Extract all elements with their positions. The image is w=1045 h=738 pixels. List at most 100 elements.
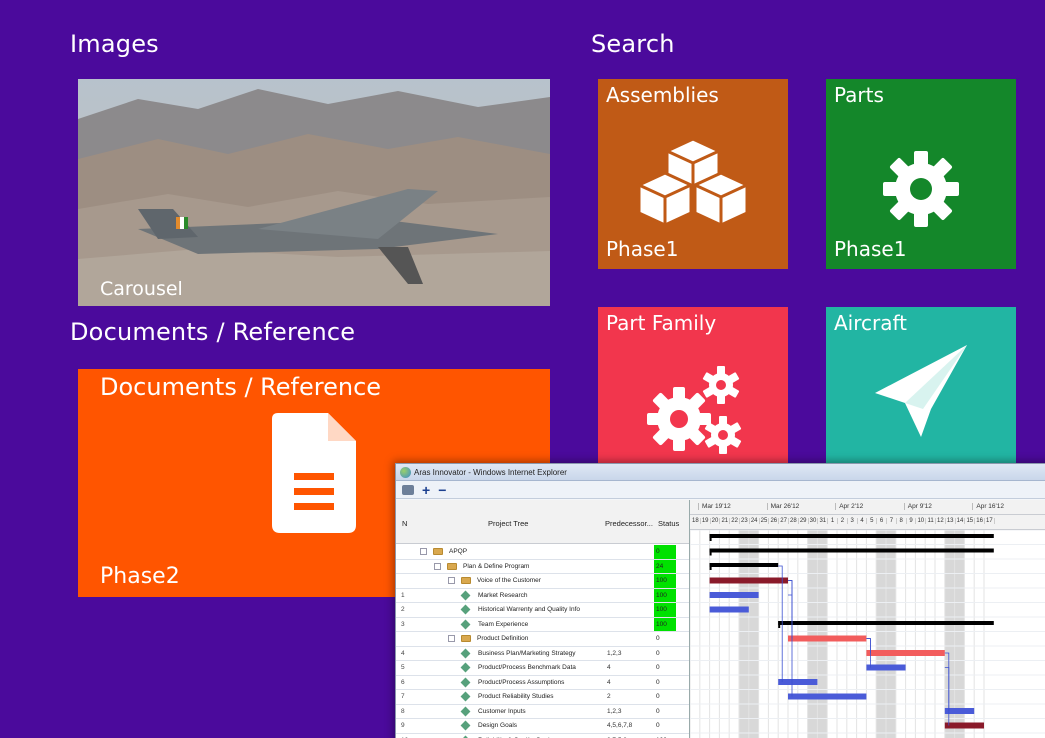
row-number: 2 xyxy=(401,606,405,614)
row-task-name: Market Research xyxy=(478,591,528,599)
row-number: 7 xyxy=(401,693,405,701)
carousel-tile[interactable]: Carousel xyxy=(78,79,550,306)
row-number: 3 xyxy=(401,620,405,628)
assemblies-tile[interactable]: Assemblies Phase1 xyxy=(598,79,788,269)
row-task-name: Customer Inputs xyxy=(478,707,526,715)
gantt-day-label: 22 xyxy=(730,518,740,524)
table-row[interactable]: 2 Historical Warrenty and Quality Info 100 xyxy=(396,603,689,618)
row-status: 0 xyxy=(656,664,660,672)
task-bar-complete xyxy=(944,722,984,729)
row-task-name: Product Reliability Studies xyxy=(478,693,554,701)
gantt-day-header: 18 19 20 21 22 23 24 25 26 27 28 29 30 31 1 2 3 4 5 6 7 8 9 10 1… xyxy=(690,515,1045,530)
parts-title: Parts xyxy=(834,83,884,107)
remove-button[interactable]: − xyxy=(438,482,446,498)
gantt-day-label: 10 xyxy=(916,518,927,524)
printer-icon[interactable] xyxy=(402,484,414,495)
summary-bar-cap xyxy=(778,621,781,628)
task-diamond-icon xyxy=(460,604,471,615)
gantt-day-label: 11 xyxy=(926,518,936,524)
folder-icon xyxy=(461,577,471,585)
add-button[interactable]: + xyxy=(422,482,430,498)
table-row[interactable]: APQP 0 xyxy=(396,545,689,560)
table-row[interactable]: 4 Business Plan/Marketing Strategy 1,2,3 0 xyxy=(396,647,689,661)
table-row[interactable]: 1 Market Research 100 xyxy=(396,588,689,603)
ie-title-bar[interactable]: Aras Innovator - Windows Internet Explor… xyxy=(396,464,1045,481)
task-diamond-icon xyxy=(460,677,471,688)
row-task-name: Product/Process Assumptions xyxy=(478,678,565,686)
collapse-icon[interactable] xyxy=(448,635,455,643)
table-row[interactable]: 9 Design Goals 4,5,6,7,8 0 xyxy=(396,719,689,734)
weekend-shade xyxy=(807,530,818,738)
table-row[interactable]: Plan & Define Program 24 xyxy=(396,559,689,574)
gantt-week-label: Mar 26'12 xyxy=(766,503,799,510)
table-row[interactable]: 6 Product/Process Assumptions 4 0 xyxy=(396,676,689,690)
collapse-icon[interactable] xyxy=(420,548,427,556)
row-predecessors: 1,2,3 xyxy=(607,649,622,657)
row-number: 4 xyxy=(401,649,405,657)
col-n-header[interactable]: N xyxy=(402,519,407,528)
gantt-day-label: 31 xyxy=(818,518,829,524)
table-row[interactable]: 7 Product Reliability Studies 2 0 xyxy=(396,690,689,705)
row-task-name: Product/Process Benchmark Data xyxy=(478,664,576,672)
gantt-day-label: 25 xyxy=(760,518,770,524)
row-status: 24 xyxy=(654,559,676,573)
gantt-chart[interactable]: Mar 19'12 Mar 26'12 Apr 2'12 Apr 9'12 Apr 16… xyxy=(689,500,1045,738)
weekend-shade xyxy=(817,530,828,738)
gantt-week-label: Mar 19'12 xyxy=(698,503,731,510)
row-tree-cell: Market Research xyxy=(412,589,604,603)
gantt-day-label: 9 xyxy=(907,518,917,524)
row-tree-cell: Plan & Define Program xyxy=(412,560,604,574)
table-row[interactable]: Product Definition 0 xyxy=(396,632,689,647)
gantt-day-label: 8 xyxy=(897,518,907,524)
aircraft-tile[interactable]: Aircraft xyxy=(826,307,1016,467)
row-predecessors: 4 xyxy=(607,664,611,672)
gantt-day-label: 24 xyxy=(750,518,760,524)
gantt-day-label: 18 xyxy=(691,518,701,524)
gantt-day-label: 14 xyxy=(956,518,966,524)
row-task-name: Design Goals xyxy=(478,722,518,730)
task-bar-critical xyxy=(866,650,945,656)
gantt-day-label: 13 xyxy=(946,518,956,524)
col-status-header[interactable]: Status xyxy=(658,519,679,528)
gantt-day-label: 23 xyxy=(740,518,750,524)
collapse-icon[interactable] xyxy=(448,577,455,585)
task-bar xyxy=(709,606,749,613)
gantt-day-label: 30 xyxy=(809,518,819,524)
parts-tile[interactable]: Parts Phase1 xyxy=(826,79,1016,269)
row-status: 0 xyxy=(656,649,660,657)
project-tree-grid[interactable]: N Project Tree Predecessor... Status APQ… xyxy=(396,500,689,738)
assemblies-phase: Phase1 xyxy=(606,237,679,261)
row-status: 0 xyxy=(656,678,660,686)
carousel-label: Carousel xyxy=(100,278,183,300)
table-row[interactable]: 5 Product/Process Benchmark Data 4 0 xyxy=(396,661,689,676)
row-tree-cell: Design Goals xyxy=(412,719,604,733)
col-pred-header[interactable]: Predecessor... xyxy=(605,519,653,528)
row-tree-cell: Voice of the Customer xyxy=(412,574,604,588)
gantt-day-label: 12 xyxy=(936,518,946,524)
task-diamond-icon xyxy=(460,662,471,673)
ie-globe-icon xyxy=(400,467,411,478)
col-tree-header[interactable]: Project Tree xyxy=(488,519,528,528)
summary-bar xyxy=(778,621,994,625)
collapse-icon[interactable] xyxy=(434,562,441,570)
jet-image xyxy=(78,79,550,306)
table-row[interactable]: 8 Customer Inputs 1,2,3 0 xyxy=(396,705,689,719)
task-diamond-icon xyxy=(460,691,471,702)
gantt-day-label: 1 xyxy=(828,518,838,524)
table-row[interactable]: 3 Team Experience 100 xyxy=(396,617,689,632)
row-number: 8 xyxy=(401,707,405,715)
boxes-icon xyxy=(637,137,749,227)
row-number: 1 xyxy=(401,591,405,599)
table-row[interactable]: 10Reliability & Quality Goals2,7,5,8100 xyxy=(396,734,689,738)
gantt-week-label: Apr 9'12 xyxy=(903,503,932,510)
task-bar xyxy=(778,679,818,685)
row-status: 0 xyxy=(656,693,660,701)
task-bar xyxy=(788,693,867,700)
row-predecessors: 4,5,6,7,8 xyxy=(607,722,633,730)
gantt-day-label: 29 xyxy=(799,518,809,524)
row-tree-cell: Customer Inputs xyxy=(412,705,604,719)
gantt-day-label: 6 xyxy=(877,518,887,524)
table-row[interactable]: Voice of the Customer 100 xyxy=(396,574,689,589)
part-family-tile[interactable]: Part Family xyxy=(598,307,788,467)
ie-window[interactable]: Aras Innovator - Windows Internet Explor… xyxy=(395,463,1045,738)
